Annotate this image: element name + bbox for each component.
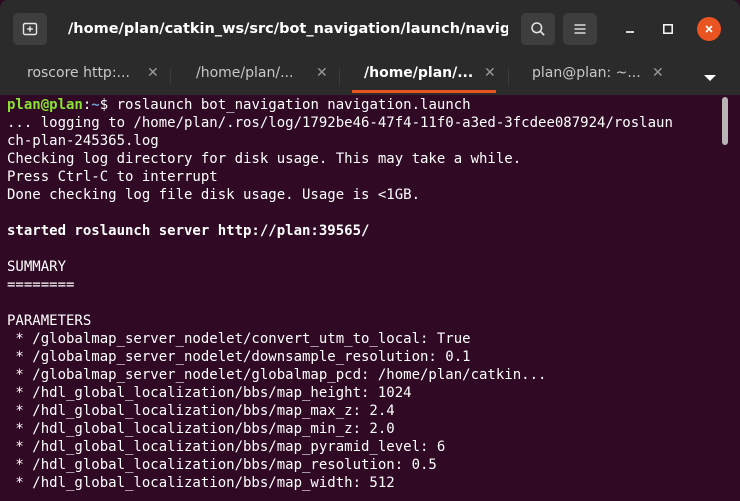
close-icon[interactable]: ✕ (147, 58, 159, 88)
prompt-path: ~ (91, 97, 100, 113)
output-line: Done checking log file disk usage. Usage… (7, 187, 421, 203)
tab-label: plan@plan: ~... (532, 65, 641, 81)
output-line: started roslaunch server http://plan:395… (7, 223, 370, 239)
search-icon (531, 22, 545, 36)
output-line: * /hdl_global_localization/bbs/map_resol… (7, 457, 437, 473)
hamburger-menu-icon (574, 24, 586, 34)
window-title: /home/plan/catkin_ws/src/bot_navigation/… (68, 21, 508, 37)
terminal-output[interactable]: plan@plan:~$ roslaunch bot_navigation na… (0, 95, 728, 501)
output-line: ch-plan-245365.log (7, 133, 159, 149)
output-line: * /hdl_global_localization/bbs/map_min_z… (7, 421, 395, 437)
output-line: * /globalmap_server_nodelet/downsample_r… (7, 349, 471, 365)
output-line: ... logging to /home/plan/.ros/log/1792b… (7, 115, 673, 131)
tab-label: /home/plan/... (364, 65, 474, 81)
search-button[interactable] (521, 13, 555, 45)
output-line: * /globalmap_server_nodelet/globalmap_pc… (7, 367, 547, 383)
prompt-line: plan@plan:~$ roslaunch bot_navigation na… (7, 96, 471, 114)
output-line: * /hdl_global_localization/bbs/map_width… (7, 475, 395, 491)
output-line: * /hdl_global_localization/bbs/map_pyram… (7, 439, 446, 455)
minimize-button[interactable] (619, 18, 641, 40)
prompt-symbol: $ (99, 97, 117, 113)
close-icon[interactable]: ✕ (652, 58, 664, 88)
maximize-icon (663, 24, 673, 34)
maximize-button[interactable] (657, 18, 679, 40)
chevron-down-icon (704, 75, 716, 81)
close-window-button[interactable] (697, 17, 721, 41)
output-line: SUMMARY (7, 259, 67, 275)
menu-button[interactable] (563, 13, 597, 45)
tab-roscore[interactable]: roscore http:... ✕ (0, 58, 170, 95)
prompt-user: plan@plan (7, 97, 83, 113)
tab-home-plan-1[interactable]: /home/plan/... ✕ (171, 58, 339, 95)
tab-bar: roscore http:... ✕ /home/plan/... ✕ /hom… (0, 58, 740, 95)
new-tab-icon (22, 22, 38, 36)
minimize-icon (626, 31, 634, 33)
tab-label: /home/plan/... (196, 65, 294, 81)
tab-plan-home[interactable]: plan@plan: ~... ✕ (509, 58, 677, 95)
output-line: ======== (7, 277, 75, 293)
close-icon[interactable]: ✕ (484, 58, 496, 88)
output-line: * /globalmap_server_nodelet/convert_utm_… (7, 331, 471, 347)
output-line: Checking log directory for disk usage. T… (7, 151, 522, 167)
close-icon[interactable]: ✕ (316, 58, 328, 88)
tab-list-dropdown[interactable] (701, 69, 719, 81)
tab-home-plan-2[interactable]: /home/plan/... ✕ (340, 58, 508, 95)
close-icon (705, 25, 713, 33)
tab-label: roscore http:... (27, 65, 130, 81)
command-text: roslaunch bot_navigation navigation.laun… (116, 97, 471, 113)
output-line: PARAMETERS (7, 313, 92, 329)
output-line: * /hdl_global_localization/bbs/map_heigh… (7, 385, 412, 401)
terminal-window: /home/plan/catkin_ws/src/bot_navigation/… (0, 0, 740, 501)
new-tab-button[interactable] (13, 13, 47, 45)
output-line: * /hdl_global_localization/bbs/map_max_z… (7, 403, 395, 419)
title-bar: /home/plan/catkin_ws/src/bot_navigation/… (0, 0, 740, 58)
output-line: Press Ctrl-C to interrupt (7, 169, 218, 185)
scrollbar-thumb[interactable] (722, 97, 728, 145)
active-tab-indicator (352, 90, 496, 93)
